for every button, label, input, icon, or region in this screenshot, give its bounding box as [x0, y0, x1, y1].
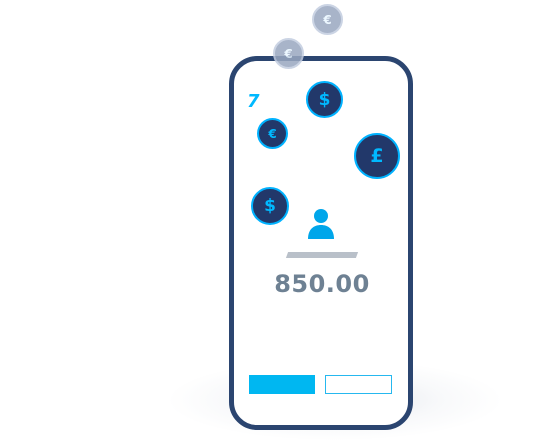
euro-coin-icon: € [273, 38, 304, 69]
user-icon [308, 209, 334, 239]
coin-symbol: € [268, 126, 277, 141]
transfer-amount: 850.00 [274, 270, 370, 298]
pound-coin-icon: £ [354, 133, 400, 179]
recipient-name-placeholder [285, 252, 359, 258]
euro-coin-icon: € [257, 118, 288, 149]
coin-symbol: $ [264, 196, 276, 216]
dollar-coin-icon: $ [306, 81, 343, 118]
coin-symbol: € [284, 46, 293, 61]
coin-symbol: € [323, 12, 332, 27]
dollar-coin-icon: $ [251, 187, 289, 225]
secondary-button[interactable] [325, 375, 392, 394]
coin-symbol: £ [370, 145, 384, 167]
primary-button[interactable] [249, 375, 315, 394]
brand-logo-icon: 7 [247, 91, 260, 112]
illustration: 7 € € $ € £ $ 850.00 [0, 0, 560, 440]
euro-coin-icon: € [312, 4, 343, 35]
coin-symbol: $ [318, 89, 331, 110]
